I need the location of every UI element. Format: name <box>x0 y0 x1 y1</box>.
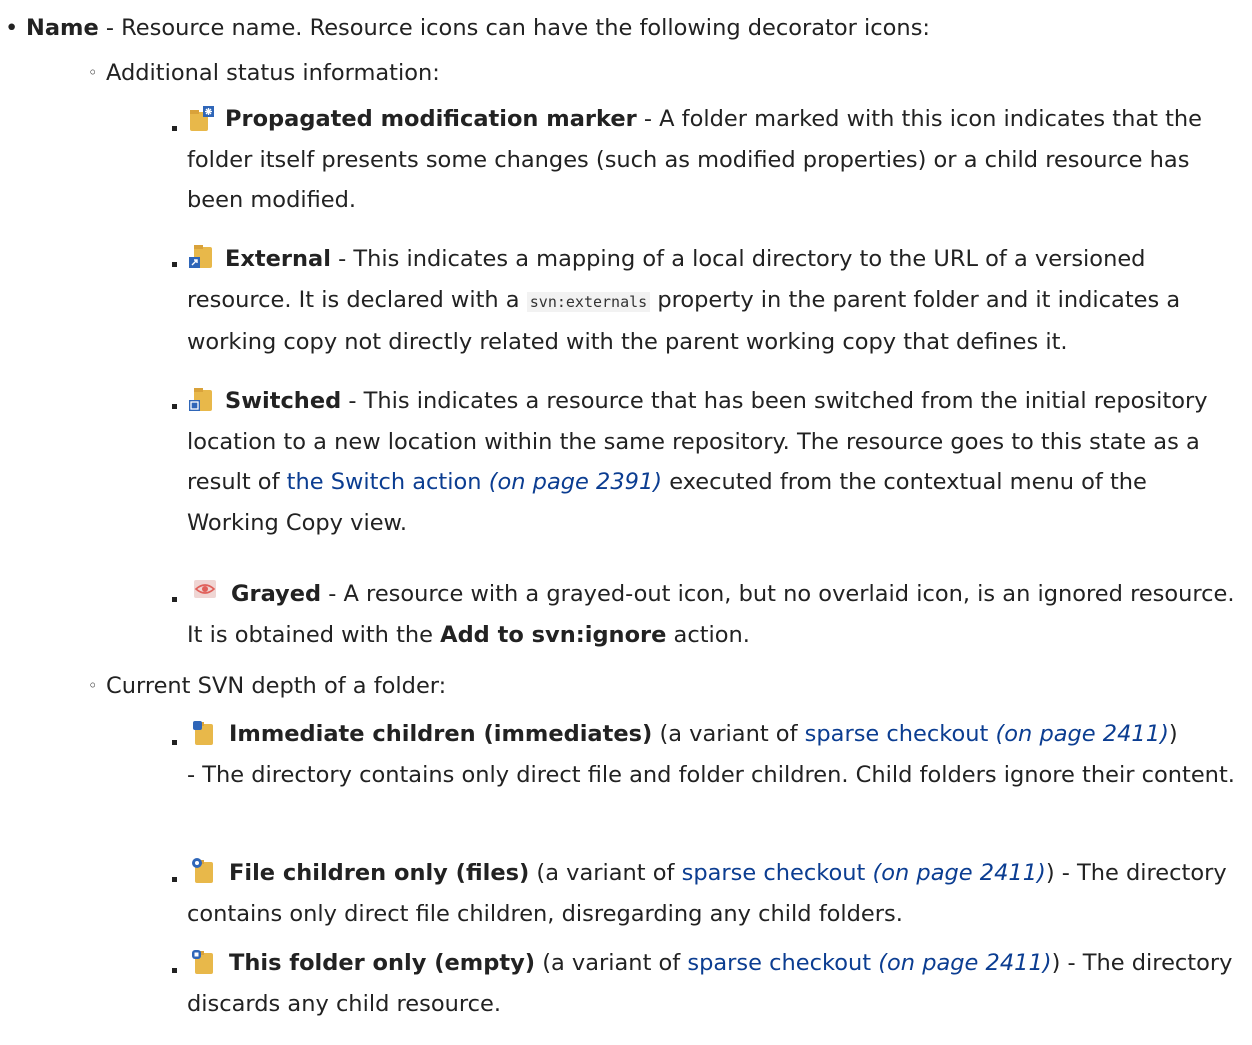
name-term: Name <box>26 15 99 41</box>
square-bullet <box>172 740 177 745</box>
section-label: Current SVN depth of a folder: <box>106 673 447 699</box>
files-text-before: (a variant of <box>529 860 682 886</box>
sparse-checkout-link[interactable]: sparse checkout <box>687 950 871 976</box>
disc-bullet: • <box>5 15 19 41</box>
propagated-term: Propagated modification marker <box>225 106 637 132</box>
sparse-checkout-link[interactable]: sparse checkout <box>682 860 866 886</box>
square-bullet <box>172 968 177 973</box>
sparse-checkout-pageref[interactable]: (on page 2411) <box>878 950 1051 976</box>
grayed-text-after: action. <box>666 621 750 648</box>
sparse-checkout-link[interactable]: sparse checkout <box>805 721 989 747</box>
empty-text-before: (a variant of <box>535 950 688 976</box>
circle-bullet: ◦ <box>88 676 98 695</box>
external-code: svn:externals <box>526 291 651 312</box>
section-label: Additional status information: <box>106 60 440 86</box>
immediates-text-continued: - The directory contains only direct fil… <box>187 761 1235 788</box>
immediates-text-after: ) <box>1168 721 1178 747</box>
square-bullet <box>172 597 177 602</box>
name-item: Name - Resource name. Resource icons can… <box>26 8 1236 49</box>
square-bullet <box>172 126 177 131</box>
switched-term: Switched <box>225 388 342 414</box>
section-svn-depth: Current SVN depth of a folder: <box>106 666 1226 707</box>
add-to-svn-ignore: Add to svn:ignore <box>440 621 667 648</box>
immediates-term: Immediate children (immediates) <box>229 721 653 747</box>
sparse-checkout-pageref[interactable]: (on page 2411) <box>996 721 1169 747</box>
square-bullet <box>172 262 177 267</box>
item-grayed: Grayed - A resource with a grayed-out ic… <box>187 574 1237 655</box>
name-text: - Resource name. Resource icons can have… <box>98 15 930 41</box>
square-bullet <box>172 877 177 882</box>
empty-term: This folder only (empty) <box>229 950 536 976</box>
item-switched: Switched - This indicates a resource tha… <box>187 381 1237 543</box>
files-term: File children only (files) <box>229 860 530 886</box>
item-empty: This folder only (empty) (a variant of s… <box>187 943 1237 1024</box>
external-term: External <box>225 246 331 272</box>
section-additional-status: Additional status information: <box>106 53 1226 94</box>
item-propagated: Propagated modification marker - A folde… <box>187 99 1237 221</box>
item-immediates: Immediate children (immediates) (a varia… <box>187 714 1237 795</box>
switch-action-link[interactable]: the Switch action <box>287 469 482 495</box>
sparse-checkout-pageref[interactable]: (on page 2411) <box>872 860 1045 886</box>
item-external: External - This indicates a mapping of a… <box>187 239 1237 363</box>
immediates-text-before: (a variant of <box>652 721 805 747</box>
square-bullet <box>172 404 177 409</box>
switch-action-pageref[interactable]: (on page 2391) <box>489 469 662 495</box>
item-files: File children only (files) (a variant of… <box>187 853 1237 934</box>
circle-bullet: ◦ <box>88 63 98 82</box>
grayed-term: Grayed <box>231 581 322 607</box>
